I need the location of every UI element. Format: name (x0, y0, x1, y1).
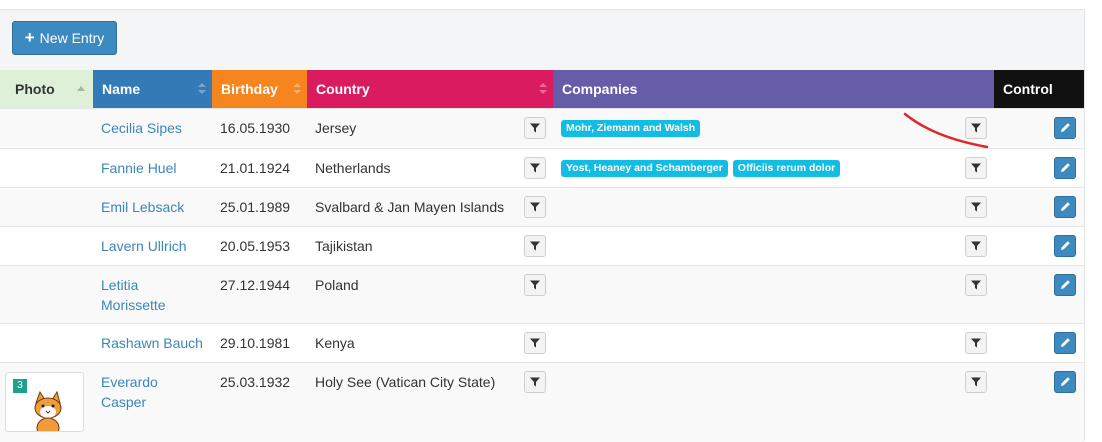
company-badge[interactable]: Officiis rerum dolor (732, 160, 841, 177)
birthday-cell: 20.05.1953 (220, 238, 291, 254)
name-link[interactable]: Letitia Morissette (101, 275, 173, 315)
filter-icon (971, 374, 981, 390)
pencil-icon (1060, 335, 1071, 351)
sort-icon (539, 83, 547, 95)
filter-country-button[interactable] (524, 235, 546, 257)
filter-icon (971, 160, 981, 176)
table-row: Lavern Ullrich 20.05.1953 Tajikistan (0, 226, 1084, 265)
filter-companies-button[interactable] (965, 235, 987, 257)
filter-icon (530, 199, 540, 215)
filter-icon (971, 277, 981, 293)
pencil-icon (1060, 238, 1071, 254)
filter-country-button[interactable] (524, 371, 546, 393)
filter-icon (530, 277, 540, 293)
table-row: Letitia Morissette 27.12.1944 Poland (0, 265, 1084, 323)
name-link[interactable]: Lavern Ullrich (101, 236, 209, 256)
edit-button[interactable] (1054, 274, 1076, 296)
plus-icon: + (24, 28, 35, 47)
column-header-control: Control (994, 70, 1084, 108)
name-link[interactable]: Fannie Huel (101, 158, 209, 178)
filter-icon (530, 335, 540, 351)
pencil-icon (1060, 374, 1071, 390)
country-cell: Svalbard & Jan Mayen Islands (315, 199, 505, 215)
column-header-label: Birthday (221, 81, 278, 97)
column-header-photo[interactable]: Photo (0, 70, 93, 108)
table-row: Cecilia Sipes 16.05.1930 Jersey Mohr, Zi… (0, 108, 1084, 148)
filter-icon (971, 238, 981, 254)
toolbar: + New Entry (0, 10, 1084, 67)
column-header-label: Control (1003, 81, 1053, 97)
company-badges: Mohr, Ziemann and Walsh (561, 120, 701, 137)
filter-country-button[interactable] (524, 117, 546, 139)
filter-country-button[interactable] (524, 196, 546, 218)
filter-companies-button[interactable] (965, 157, 987, 179)
country-cell: Kenya (315, 335, 355, 351)
birthday-cell: 27.12.1944 (220, 277, 291, 293)
pencil-icon (1060, 199, 1071, 215)
new-entry-label: New Entry (39, 30, 105, 46)
edit-button[interactable] (1054, 157, 1076, 179)
pencil-icon (1060, 160, 1071, 176)
cat-image (34, 390, 62, 431)
company-badges: Yost, Heaney and Schamberger Officiis re… (561, 160, 841, 177)
edit-button[interactable] (1054, 235, 1076, 257)
name-link[interactable]: Everardo Casper (101, 372, 173, 412)
edit-button[interactable] (1054, 332, 1076, 354)
column-header-companies: Companies (553, 70, 994, 108)
country-cell: Netherlands (315, 160, 391, 176)
pencil-icon (1060, 277, 1071, 293)
filter-companies-button[interactable] (965, 274, 987, 296)
country-cell: Jersey (315, 120, 357, 136)
birthday-cell: 25.03.1932 (220, 374, 291, 390)
filter-icon (530, 160, 540, 176)
company-badge[interactable]: Mohr, Ziemann and Walsh (561, 120, 701, 137)
filter-icon (530, 374, 540, 390)
filter-country-button[interactable] (524, 157, 546, 179)
name-link[interactable]: Rashawn Bauch (101, 333, 209, 353)
column-header-name[interactable]: Name (93, 70, 212, 108)
filter-companies-button[interactable] (965, 332, 987, 354)
filter-country-button[interactable] (524, 274, 546, 296)
company-badge[interactable]: Yost, Heaney and Schamberger (561, 160, 728, 177)
sort-icon (293, 83, 301, 95)
new-entry-button[interactable]: + New Entry (12, 21, 117, 55)
name-link[interactable]: Emil Lebsack (101, 197, 209, 217)
filter-companies-button[interactable] (965, 371, 987, 393)
name-link[interactable]: Cecilia Sipes (101, 118, 209, 138)
column-header-label: Name (102, 81, 141, 97)
birthday-cell: 21.01.1924 (220, 160, 291, 176)
filter-icon (530, 120, 540, 136)
column-header-label: Photo (15, 81, 55, 97)
column-header-label: Companies (562, 81, 638, 97)
table-row: Rashawn Bauch 29.10.1981 Kenya (0, 323, 1084, 362)
filter-icon (530, 238, 540, 254)
country-cell: Tajikistan (315, 238, 373, 254)
country-cell: Holy See (Vatican City State) (315, 374, 496, 390)
birthday-cell: 29.10.1981 (220, 335, 291, 351)
filter-companies-button[interactable] (965, 196, 987, 218)
filter-country-button[interactable] (524, 332, 546, 354)
sort-asc-icon (77, 86, 85, 91)
filter-icon (971, 199, 981, 215)
column-header-country[interactable]: Country (307, 70, 553, 108)
filter-icon (971, 335, 981, 351)
edit-button[interactable] (1054, 117, 1076, 139)
content-panel: + New Entry Photo Name Birthday Country … (0, 9, 1085, 442)
table-row: Fannie Huel 21.01.1924 Netherlands Yost,… (0, 148, 1084, 187)
table-row: 3 Everardo Casper 25.03.1932 Holy See (V… (0, 362, 1084, 442)
edit-button[interactable] (1054, 196, 1076, 218)
filter-companies-button[interactable] (965, 117, 987, 139)
edit-button[interactable] (1054, 371, 1076, 393)
photo-thumbnail[interactable]: 3 (5, 372, 84, 432)
birthday-cell: 25.01.1989 (220, 199, 291, 215)
sort-icon (198, 83, 206, 95)
column-header-birthday[interactable]: Birthday (212, 70, 307, 108)
birthday-cell: 16.05.1930 (220, 120, 291, 136)
country-cell: Poland (315, 277, 359, 293)
filter-icon (971, 120, 981, 136)
pencil-icon (1060, 120, 1071, 136)
column-header-label: Country (316, 81, 370, 97)
table-row: Emil Lebsack 25.01.1989 Svalbard & Jan M… (0, 187, 1084, 226)
